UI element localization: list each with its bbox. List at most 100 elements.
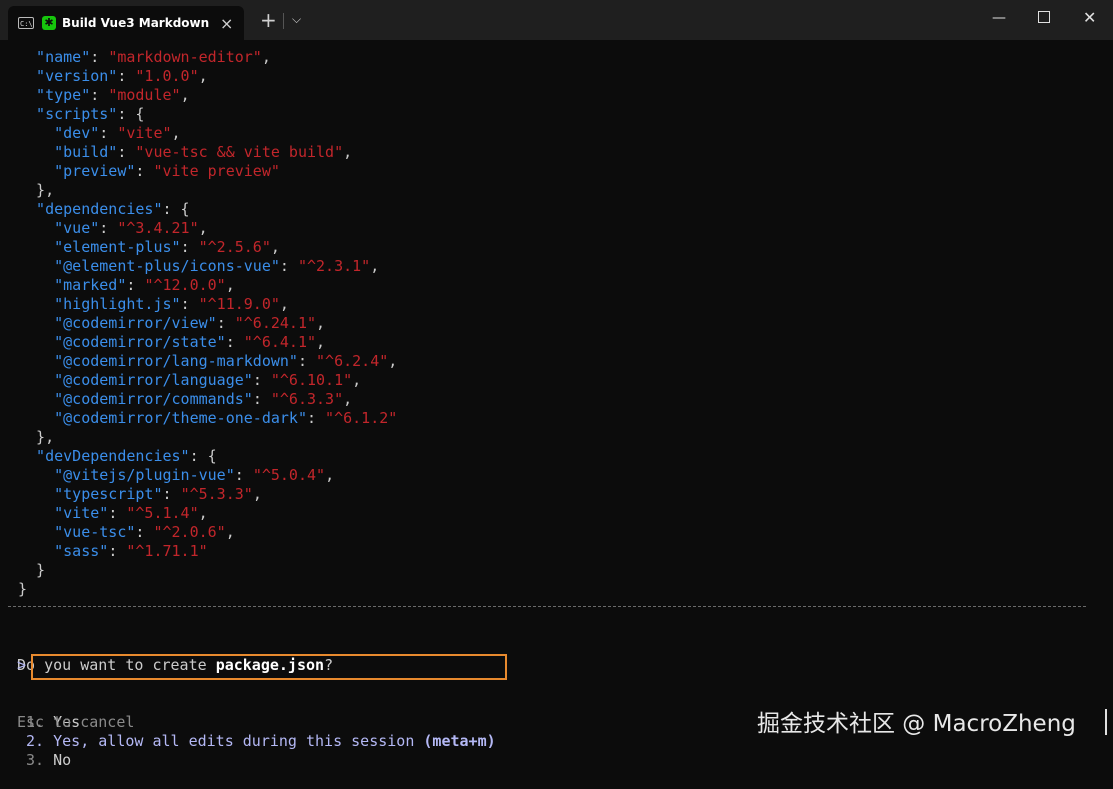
json-key: "@vitejs/plugin-vue" xyxy=(18,466,235,484)
code-line: "devDependencies": { xyxy=(18,447,397,466)
maximize-button[interactable] xyxy=(1038,11,1050,23)
option-label: Yes, allow all edits during this session xyxy=(53,732,424,750)
json-punctuation: , xyxy=(316,314,326,332)
json-punctuation: , xyxy=(225,523,235,541)
json-punctuation: , xyxy=(370,257,380,275)
json-punctuation: : xyxy=(108,504,127,522)
code-line: "vue": "^3.4.21", xyxy=(18,219,397,238)
json-key: "build" xyxy=(18,143,118,161)
json-punctuation: , xyxy=(343,390,353,408)
json-punctuation: : xyxy=(135,523,154,541)
json-value: "^5.0.4" xyxy=(252,466,326,484)
divider xyxy=(8,606,1086,607)
option-2[interactable]: 2. Yes, allow all edits during this sess… xyxy=(17,732,496,751)
json-punctuation: , xyxy=(352,371,362,389)
json-punctuation: : { xyxy=(189,447,217,465)
json-punctuation: : xyxy=(180,238,199,256)
json-punctuation: , xyxy=(316,333,326,351)
json-value: "module" xyxy=(108,86,181,104)
json-punctuation: : xyxy=(126,276,145,294)
json-value: "^12.0.0" xyxy=(144,276,226,294)
code-line: "preview": "vite preview" xyxy=(18,162,397,181)
code-line: "marked": "^12.0.0", xyxy=(18,276,397,295)
claude-icon: ✱ xyxy=(42,16,56,30)
json-punctuation: : xyxy=(225,333,244,351)
json-key: "vue-tsc" xyxy=(18,523,136,541)
permission-prompt: Do you want to create package.json? 1. Y… xyxy=(17,618,496,789)
code-line: "@codemirror/view": "^6.24.1", xyxy=(18,314,397,333)
new-tab-button[interactable]: + xyxy=(260,10,277,30)
json-key: "@codemirror/lang-markdown" xyxy=(18,352,298,370)
chevron-down-icon[interactable]: ⌵ xyxy=(292,12,301,27)
json-key: "@codemirror/theme-one-dark" xyxy=(18,409,307,427)
code-line: "vue-tsc": "^2.0.6", xyxy=(18,523,397,542)
code-line: "typescript": "^5.3.3", xyxy=(18,485,397,504)
text-cursor-bar xyxy=(1105,709,1107,735)
json-value: "^5.1.4" xyxy=(126,504,199,522)
json-punctuation: , xyxy=(171,124,181,142)
json-key: "highlight.js" xyxy=(18,295,181,313)
code-line: "dependencies": { xyxy=(18,200,397,219)
json-key: "marked" xyxy=(18,276,127,294)
json-punctuation: : xyxy=(117,67,136,85)
json-punctuation: : xyxy=(252,371,271,389)
json-punctuation: : xyxy=(162,485,181,503)
code-line: "element-plus": "^2.5.6", xyxy=(18,238,397,257)
json-value: "^6.2.4" xyxy=(316,352,389,370)
watermark: 掘金技术社区 @ MacroZheng xyxy=(757,711,1076,737)
json-value: "^11.9.0" xyxy=(198,295,280,313)
minimize-button[interactable]: — xyxy=(992,10,1006,26)
json-punctuation: : xyxy=(99,124,118,142)
close-tab-icon[interactable]: × xyxy=(220,14,233,33)
option-number: 2. xyxy=(17,732,54,750)
json-key: "@element-plus/icons-vue" xyxy=(18,257,280,275)
json-value: "^6.4.1" xyxy=(243,333,317,351)
json-key: "@codemirror/language" xyxy=(18,371,253,389)
selection-highlight xyxy=(31,654,507,680)
json-key: "dev" xyxy=(18,124,100,142)
code-line: "@codemirror/state": "^6.4.1", xyxy=(18,333,397,352)
close-window-button[interactable]: ✕ xyxy=(1083,8,1096,27)
json-value: "^1.71.1" xyxy=(126,542,208,560)
json-value: "vite preview" xyxy=(153,162,280,180)
json-punctuation: , xyxy=(198,504,208,522)
json-punctuation: : xyxy=(117,143,136,161)
option-shortcut: (meta+m) xyxy=(423,732,496,750)
code-line: } xyxy=(18,561,397,580)
code-line: "@codemirror/language": "^6.10.1", xyxy=(18,371,397,390)
json-punctuation: : xyxy=(234,466,253,484)
json-key: "type" xyxy=(18,86,91,104)
terminal-icon: C:\ xyxy=(18,17,34,29)
json-value: "markdown-editor" xyxy=(108,48,262,66)
code-line: }, xyxy=(18,428,397,447)
selection-cursor: > xyxy=(17,656,27,674)
code-line: "highlight.js": "^11.9.0", xyxy=(18,295,397,314)
json-key: "element-plus" xyxy=(18,238,181,256)
json-value: "vite" xyxy=(117,124,172,142)
json-value: "^6.1.2" xyxy=(325,409,398,427)
json-punctuation: , xyxy=(270,238,280,256)
code-line: }, xyxy=(18,181,397,200)
code-line: "@codemirror/lang-markdown": "^6.2.4", xyxy=(18,352,397,371)
json-punctuation: : xyxy=(279,257,298,275)
code-line: "version": "1.0.0", xyxy=(18,67,397,86)
json-punctuation: : { xyxy=(117,105,145,123)
json-punctuation: , xyxy=(343,143,353,161)
json-key: "name" xyxy=(18,48,91,66)
tab-terminal[interactable]: C:\ ✱ Build Vue3 Markdown edit × xyxy=(8,6,244,40)
json-punctuation: : xyxy=(99,219,118,237)
json-punctuation: }, xyxy=(18,181,55,199)
code-line: "sass": "^1.71.1" xyxy=(18,542,397,561)
code-line: "@vitejs/plugin-vue": "^5.0.4", xyxy=(18,466,397,485)
code-line: "@codemirror/commands": "^6.3.3", xyxy=(18,390,397,409)
json-punctuation: : xyxy=(108,542,127,560)
option-3[interactable]: 3. No xyxy=(17,751,496,770)
option-number: 3. xyxy=(17,751,54,769)
json-punctuation: : xyxy=(306,409,326,427)
json-key: "preview" xyxy=(18,162,136,180)
cancel-hint: Esc to cancel xyxy=(17,713,135,731)
json-key: "dependencies" xyxy=(18,200,163,218)
json-value: "^3.4.21" xyxy=(117,219,199,237)
json-punctuation: , xyxy=(198,67,208,85)
json-key: "typescript" xyxy=(18,485,163,503)
